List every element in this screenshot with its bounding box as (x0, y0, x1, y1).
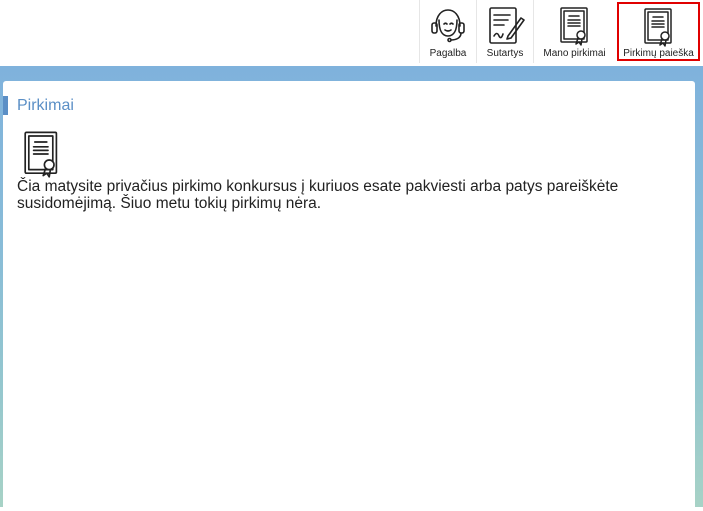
toolbar-button-sutartys[interactable]: Sutartys (476, 0, 533, 63)
certificate-document-icon (642, 7, 676, 47)
certificate-document-icon (21, 130, 63, 183)
top-toolbar: Pagalba Sutartys Mano pirkimai Pirkimų p… (0, 0, 703, 66)
contract-sign-icon (484, 5, 526, 47)
toolbar-button-pagalba[interactable]: Pagalba (419, 0, 476, 63)
headset-support-icon (427, 5, 469, 47)
certificate-document-icon (558, 5, 592, 47)
toolbar-label: Sutartys (486, 48, 524, 59)
purchases-panel: Pirkimai Čia matysite privačius pirkimo … (3, 81, 695, 511)
toolbar-label: Pagalba (429, 48, 467, 59)
panel-title: Pirkimai (3, 96, 74, 115)
toolbar-label: Pirkimų paieška (623, 48, 694, 59)
toolbar-label: Mano pirkimai (543, 48, 606, 59)
toolbar-button-mano-pirkimai[interactable]: Mano pirkimai (533, 0, 615, 63)
empty-state-message: Čia matysite privačius pirkimo konkursus… (17, 178, 619, 212)
toolbar-button-pirkimu-paieska[interactable]: Pirkimų paieška (617, 2, 700, 61)
